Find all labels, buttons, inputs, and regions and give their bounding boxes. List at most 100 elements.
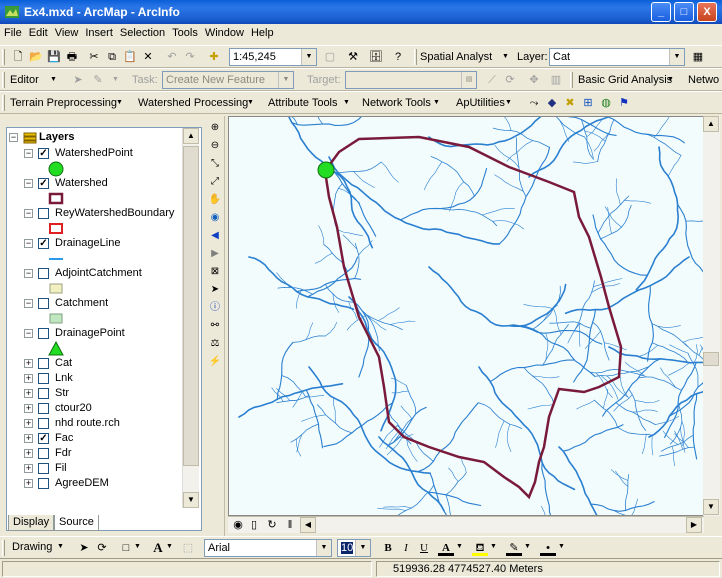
expand-icon[interactable]: + bbox=[24, 404, 33, 413]
redo-icon[interactable]: ↷ bbox=[182, 49, 198, 65]
layer-visibility-checkbox[interactable] bbox=[38, 268, 49, 279]
layout-view-icon[interactable]: ▯ bbox=[246, 517, 262, 533]
menu-help[interactable]: Help bbox=[247, 24, 277, 39]
toc-scrollbar[interactable]: ▲ ▼ bbox=[182, 128, 199, 508]
arctoolbox-icon[interactable]: ⚒ bbox=[345, 49, 361, 65]
edit-tool-icon[interactable]: ➤ bbox=[70, 72, 86, 88]
expand-icon[interactable]: + bbox=[24, 434, 33, 443]
layer-visibility-checkbox[interactable]: ✓ bbox=[38, 433, 49, 444]
layer-visibility-checkbox[interactable] bbox=[38, 328, 49, 339]
map-canvas[interactable] bbox=[229, 117, 704, 516]
menu-tools[interactable]: Tools bbox=[168, 24, 201, 39]
layer-visibility-checkbox[interactable]: ✓ bbox=[38, 148, 49, 159]
close-button[interactable]: X bbox=[697, 2, 717, 22]
collapse-icon[interactable]: − bbox=[24, 299, 33, 308]
collapse-icon[interactable]: − bbox=[9, 133, 18, 142]
chevron-down-icon[interactable]: ▼ bbox=[456, 543, 463, 550]
arccatalog-icon[interactable]: 🗄 bbox=[368, 49, 384, 65]
scroll-left-icon[interactable]: ◀ bbox=[300, 517, 316, 533]
new-text-icon[interactable]: A bbox=[150, 540, 166, 556]
chevron-down-icon[interactable]: ▤ bbox=[461, 72, 476, 88]
chevron-down-icon[interactable]: ▼ bbox=[558, 543, 565, 550]
chevron-down-icon[interactable]: ▼ bbox=[116, 99, 123, 106]
select-elements-icon[interactable]: ➤ bbox=[76, 540, 92, 556]
chevron-down-icon[interactable]: ▼ bbox=[343, 99, 350, 106]
layer-visibility-checkbox[interactable]: ✓ bbox=[38, 178, 49, 189]
forward-extent-icon[interactable]: ▶ bbox=[207, 246, 223, 262]
chevron-down-icon[interactable]: ▼ bbox=[301, 49, 316, 65]
underline-button[interactable]: U bbox=[416, 540, 432, 556]
menu-view[interactable]: View bbox=[51, 24, 82, 39]
watershed-processing-menu[interactable]: Watershed Processing bbox=[138, 97, 248, 109]
terrain-preprocessing-menu[interactable]: Terrain Preprocessing bbox=[10, 97, 117, 109]
histogram-icon[interactable]: ▦ bbox=[690, 49, 706, 65]
toolbar-grip[interactable] bbox=[570, 72, 573, 88]
data-view-icon[interactable]: ◉ bbox=[230, 517, 246, 533]
font-combo[interactable]: Arial ▼ bbox=[204, 539, 332, 557]
flag-icon[interactable]: ⚑ bbox=[616, 95, 632, 111]
chevron-down-icon[interactable]: ▼ bbox=[247, 99, 254, 106]
measure-icon[interactable]: ⚖ bbox=[207, 336, 223, 352]
layer-visibility-checkbox[interactable] bbox=[38, 373, 49, 384]
collapse-icon[interactable]: − bbox=[24, 239, 33, 248]
font-size-combo[interactable]: 10 ▼ bbox=[337, 539, 371, 557]
split-tool-icon[interactable]: ⟋ bbox=[484, 72, 500, 88]
italic-button[interactable]: I bbox=[398, 540, 414, 556]
spatial-analyst-menu[interactable]: Spatial Analyst bbox=[420, 51, 492, 63]
target-combo[interactable]: ▤ bbox=[345, 71, 477, 89]
layer-combo[interactable]: Cat ▼ bbox=[549, 48, 685, 66]
layer-visibility-checkbox[interactable] bbox=[38, 388, 49, 399]
collapse-icon[interactable]: − bbox=[24, 179, 33, 188]
aputilities-menu[interactable]: ApUtilities bbox=[456, 97, 505, 109]
edit-vertices-icon[interactable]: ⬚ bbox=[180, 540, 196, 556]
expand-icon[interactable]: + bbox=[24, 464, 33, 473]
save-icon[interactable]: 💾 bbox=[46, 49, 62, 65]
network-tools-menu[interactable]: Network Tools bbox=[362, 97, 431, 109]
fill-color-icon[interactable]: ⛾ bbox=[472, 540, 488, 556]
scroll-thumb[interactable] bbox=[183, 146, 199, 466]
scroll-right-icon[interactable]: ▶ bbox=[686, 517, 702, 533]
map-vertical-scrollbar[interactable]: ▲ ▼ bbox=[703, 116, 720, 516]
rectangle-icon[interactable]: □ bbox=[118, 540, 134, 556]
batch-flow-icon[interactable]: ✖ bbox=[562, 95, 578, 111]
scroll-thumb[interactable] bbox=[703, 352, 719, 366]
trace-icon[interactable]: ⊞ bbox=[580, 95, 596, 111]
scroll-down-icon[interactable]: ▼ bbox=[703, 499, 719, 515]
pan-icon[interactable]: ✋ bbox=[207, 192, 223, 208]
full-extent-icon[interactable]: ◉ bbox=[207, 210, 223, 226]
attribute-tools-menu[interactable]: Attribute Tools bbox=[268, 97, 338, 109]
layer-visibility-checkbox[interactable] bbox=[38, 358, 49, 369]
layer-visibility-checkbox[interactable] bbox=[38, 448, 49, 459]
expand-icon[interactable]: + bbox=[24, 374, 33, 383]
undo-icon[interactable]: ↶ bbox=[164, 49, 180, 65]
bold-button[interactable]: B bbox=[380, 540, 396, 556]
layer-visibility-checkbox[interactable] bbox=[38, 208, 49, 219]
zoom-to-layer-icon[interactable]: ⊠ bbox=[207, 264, 223, 280]
fixed-zoom-in-icon[interactable]: ⤡ bbox=[207, 156, 223, 172]
expand-icon[interactable]: + bbox=[24, 449, 33, 458]
cut-icon[interactable]: ✂ bbox=[86, 49, 102, 65]
chevron-down-icon[interactable]: ▼ bbox=[316, 540, 331, 556]
font-color-icon[interactable]: A bbox=[438, 540, 454, 556]
expand-icon[interactable]: + bbox=[24, 419, 33, 428]
chevron-down-icon[interactable]: ▼ bbox=[134, 543, 141, 550]
basic-grid-analysis-menu[interactable]: Basic Grid Analysis bbox=[578, 74, 672, 86]
chevron-down-icon[interactable]: ▼ bbox=[50, 76, 57, 83]
toolbar-grip[interactable] bbox=[414, 49, 417, 65]
chevron-down-icon[interactable]: ▼ bbox=[667, 76, 674, 83]
fixed-zoom-out-icon[interactable]: ⤢ bbox=[207, 174, 223, 190]
back-extent-icon[interactable]: ◀ bbox=[207, 228, 223, 244]
scroll-up-icon[interactable]: ▲ bbox=[183, 128, 199, 144]
rotate-tool-icon[interactable]: ⟳ bbox=[502, 72, 518, 88]
sketch-tool-icon[interactable]: ✎ bbox=[90, 72, 106, 88]
tab-display[interactable]: Display bbox=[8, 515, 55, 531]
menu-insert[interactable]: Insert bbox=[81, 24, 116, 39]
scale-combo[interactable]: 1:45,245 ▼ bbox=[229, 48, 317, 66]
refresh-icon[interactable]: ↻ bbox=[264, 517, 280, 533]
globe-icon[interactable]: ◍ bbox=[598, 95, 614, 111]
select-features-icon[interactable]: ➤ bbox=[207, 282, 223, 298]
editor-menu[interactable]: Editor bbox=[10, 74, 39, 86]
menu-edit[interactable]: Edit bbox=[25, 24, 51, 39]
menu-window[interactable]: Window bbox=[201, 24, 247, 39]
chevron-down-icon[interactable]: ▼ bbox=[490, 543, 497, 550]
